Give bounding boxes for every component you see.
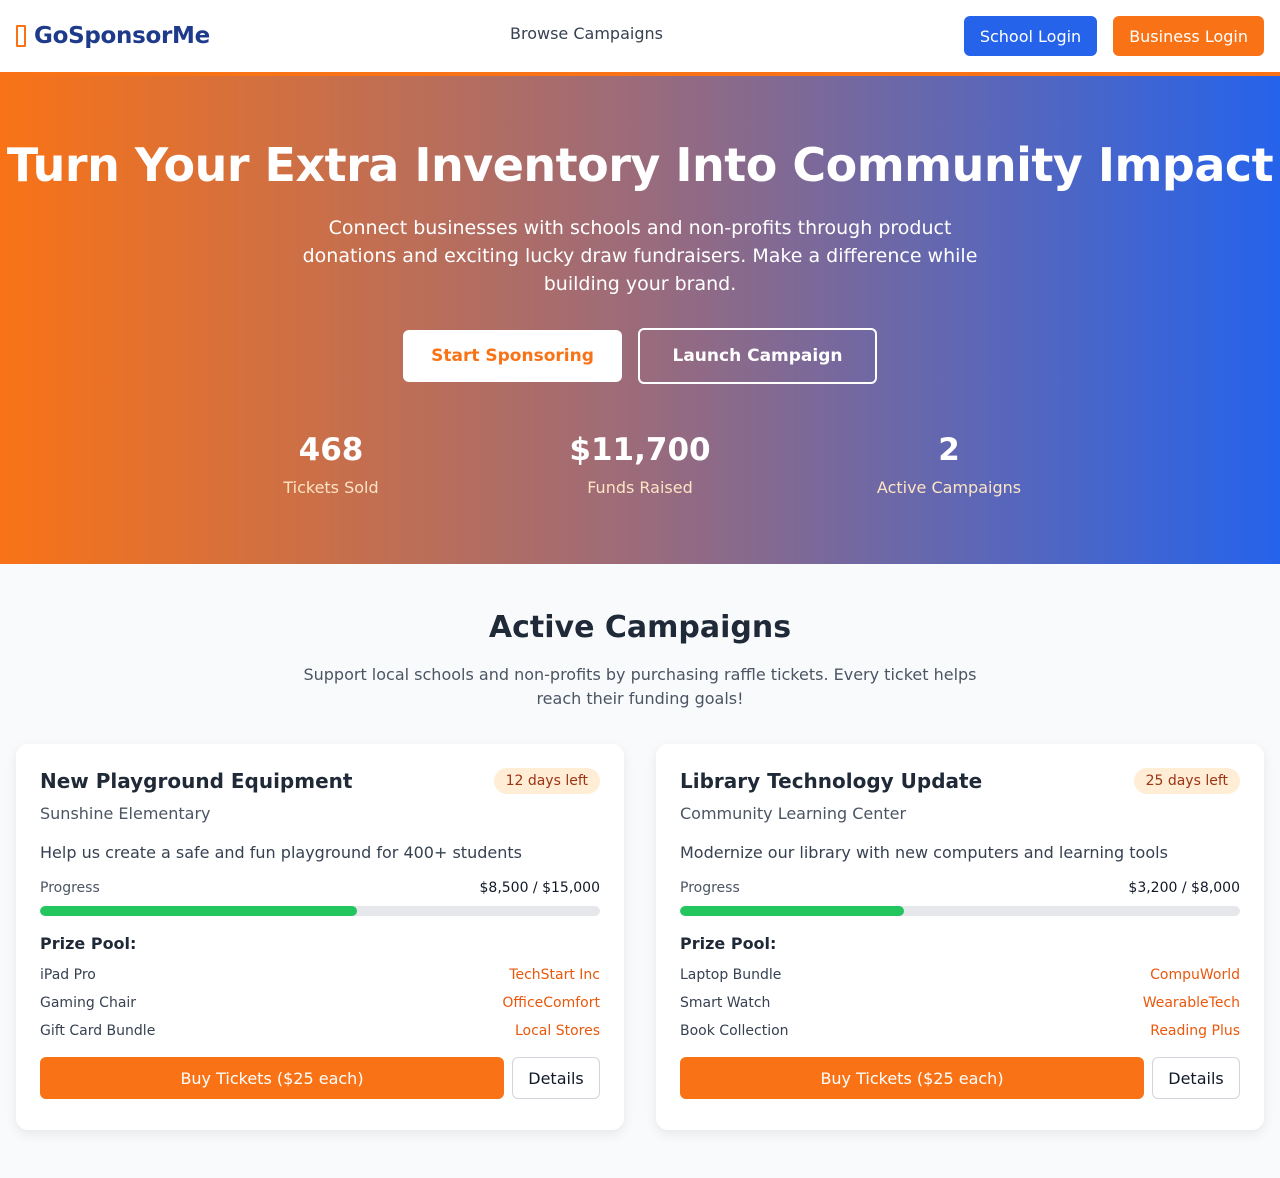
browse-campaigns-link[interactable]: Browse Campaigns xyxy=(510,24,663,43)
prize-name: iPad Pro xyxy=(40,967,96,983)
business-login-button[interactable]: Business Login xyxy=(1113,16,1264,56)
section-subtitle: Support local schools and non-profits by… xyxy=(303,665,977,708)
progress-amount: $8,500 / $15,000 xyxy=(479,880,601,896)
prize-sponsor: TechStart Inc xyxy=(509,967,600,983)
brand-name: GoSponsorMe xyxy=(34,23,210,49)
prize-pool-heading: Prize Pool: xyxy=(680,934,777,953)
buy-tickets-button[interactable]: Buy Tickets ($25 each) xyxy=(680,1057,1144,1099)
campaign-title[interactable]: Library Technology Update xyxy=(680,769,982,793)
prize-name: Smart Watch xyxy=(680,995,771,1011)
buy-tickets-button[interactable]: Buy Tickets ($25 each) xyxy=(40,1057,504,1099)
prize-sponsor: Local Stores xyxy=(514,1023,600,1039)
progress-label: Progress xyxy=(40,880,100,896)
prize-item: Gift Card Bundle Local Stores xyxy=(40,1017,600,1045)
prize-list: Laptop Bundle CompuWorld Smart Watch Wea… xyxy=(680,961,1240,1045)
prize-sponsor: WearableTech xyxy=(1142,995,1240,1011)
prize-name: Gaming Chair xyxy=(40,995,137,1011)
progress-amount: $3,200 / $8,000 xyxy=(1128,880,1240,896)
prize-item: Gaming Chair OfficeComfort xyxy=(40,989,600,1017)
campaign-card: Library Technology Update 25 days left C… xyxy=(656,744,1264,1130)
brand[interactable]: GoSponsorMe xyxy=(16,23,210,49)
bookmark-outline-icon xyxy=(16,25,26,47)
prize-sponsor: OfficeComfort xyxy=(502,995,600,1011)
prize-name: Book Collection xyxy=(680,1023,789,1039)
details-button[interactable]: Details xyxy=(512,1057,600,1099)
stat-funds-raised: $11,700 Funds Raised xyxy=(520,430,760,497)
campaign-card: New Playground Equipment 12 days left Su… xyxy=(16,744,624,1130)
hero-subtitle: Connect businesses with schools and non-… xyxy=(302,217,978,295)
prize-pool-heading: Prize Pool: xyxy=(40,934,137,953)
prize-item: iPad Pro TechStart Inc xyxy=(40,961,600,989)
prize-sponsor: CompuWorld xyxy=(1150,967,1240,983)
section-title: Active Campaigns xyxy=(488,610,792,645)
campaign-title[interactable]: New Playground Equipment xyxy=(40,769,352,793)
details-button[interactable]: Details xyxy=(1152,1057,1240,1099)
prize-item: Laptop Bundle CompuWorld xyxy=(680,961,1240,989)
prize-list: iPad Pro TechStart Inc Gaming Chair Offi… xyxy=(40,961,600,1045)
progress-bar xyxy=(680,906,1240,916)
prize-name: Gift Card Bundle xyxy=(40,1023,156,1039)
stat-tickets-sold: 468 Tickets Sold xyxy=(211,430,451,497)
top-nav: GoSponsorMe Browse Campaigns School Logi… xyxy=(0,0,1280,72)
progress-bar xyxy=(40,906,600,916)
stat-label: Active Campaigns xyxy=(876,478,1022,497)
stat-value: 2 xyxy=(938,432,960,468)
stat-value: 468 xyxy=(298,432,364,468)
days-left-badge: 12 days left xyxy=(493,768,600,794)
progress-fill xyxy=(680,906,904,916)
hero: Turn Your Extra Inventory Into Community… xyxy=(0,72,1280,564)
prize-item: Book Collection Reading Plus xyxy=(680,1017,1240,1045)
campaign-organization: Sunshine Elementary xyxy=(40,804,211,823)
stat-active-campaigns: 2 Active Campaigns xyxy=(829,430,1069,497)
progress-fill xyxy=(40,906,358,916)
hero-title: Turn Your Extra Inventory Into Community… xyxy=(6,138,1274,192)
progress-label: Progress xyxy=(680,880,740,896)
prize-item: Smart Watch WearableTech xyxy=(680,989,1240,1017)
days-left-badge: 25 days left xyxy=(1133,768,1240,794)
stat-label: Tickets Sold xyxy=(283,478,379,497)
hero-buttons: Start Sponsoring Launch Campaign xyxy=(0,328,1280,384)
prize-sponsor: Reading Plus xyxy=(1150,1023,1240,1039)
prize-name: Laptop Bundle xyxy=(680,967,782,983)
launch-campaign-button[interactable]: Launch Campaign xyxy=(638,328,877,384)
campaign-organization: Community Learning Center xyxy=(680,804,907,823)
campaign-description: Help us create a safe and fun playground… xyxy=(40,843,522,862)
stat-label: Funds Raised xyxy=(587,478,693,497)
campaign-description: Modernize our library with new computers… xyxy=(680,843,1168,862)
start-sponsoring-button[interactable]: Start Sponsoring xyxy=(403,330,622,382)
school-login-button[interactable]: School Login xyxy=(963,16,1098,56)
stat-value: $11,700 xyxy=(569,432,711,468)
nav-actions: School Login Business Login xyxy=(963,16,1264,56)
